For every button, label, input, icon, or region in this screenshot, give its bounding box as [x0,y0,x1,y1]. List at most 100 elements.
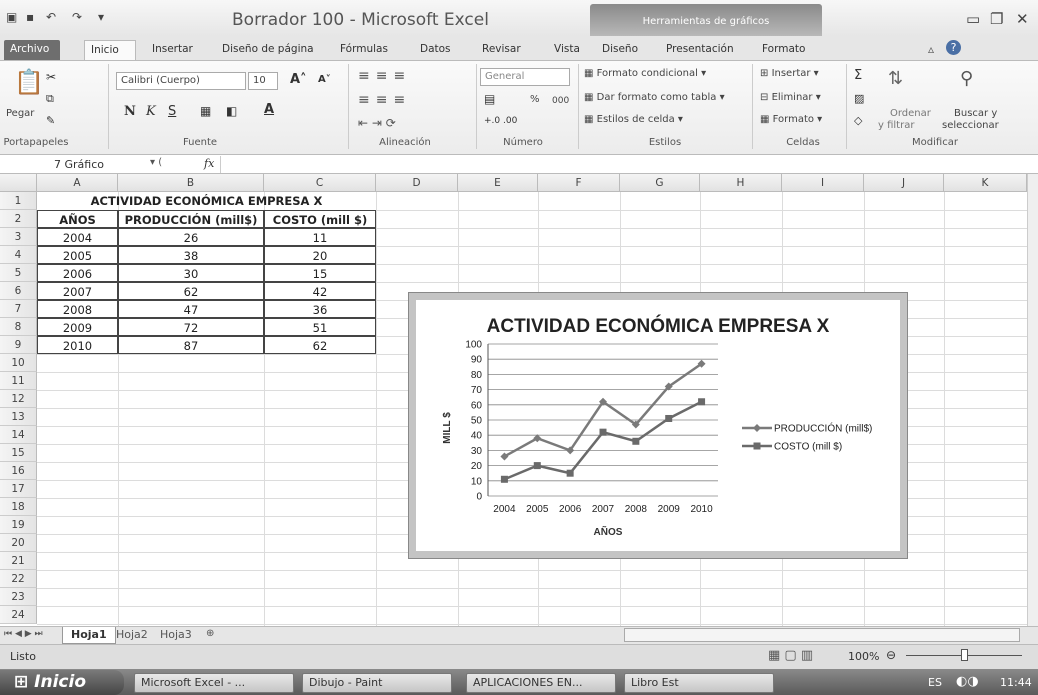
align-horizontal-icons[interactable]: ≡≡≡ [358,92,411,108]
thousands-button[interactable]: 000 [552,96,569,106]
decimal-icons[interactable]: +.0 .00 [484,116,517,126]
sort-filter-icon[interactable]: ⇅ [888,68,903,89]
tab-inicio[interactable]: Inicio [84,40,136,60]
column-header[interactable]: J [864,174,944,192]
border-icon[interactable]: ▦ [200,104,211,118]
table-cell[interactable]: 15 [264,264,376,282]
column-header[interactable]: H [700,174,782,192]
row-header[interactable]: 19 [0,516,37,534]
format-cells-button[interactable]: ▦ Formato ▾ [760,114,822,125]
column-header[interactable]: K [944,174,1027,192]
start-button[interactable]: ⊞ Inicio [0,670,124,695]
taskbar-item-excel[interactable]: Microsoft Excel - ... [134,673,294,693]
tab-revisar[interactable]: Revisar [476,40,527,60]
column-header[interactable]: E [458,174,538,192]
row-header[interactable]: 15 [0,444,37,462]
table-cell[interactable]: 36 [264,300,376,318]
column-header[interactable]: C [264,174,376,192]
sheet-tab-hoja1[interactable]: Hoja1 [62,627,116,644]
tab-formulas[interactable]: Fórmulas [334,40,394,60]
close-icon[interactable]: ✕ [1016,10,1029,28]
insert-cells-button[interactable]: ⊞ Insertar ▾ [760,68,819,79]
delete-cells-button[interactable]: ⊟ Eliminar ▾ [760,92,821,103]
align-top-icons[interactable]: ≡≡≡ [358,68,411,84]
row-header[interactable]: 4 [0,246,37,264]
row-header[interactable]: 10 [0,354,37,372]
sheet-tab-hoja2[interactable]: Hoja2 [116,628,148,641]
conditional-format-button[interactable]: ▦ Formato condicional ▾ [584,68,706,79]
shrink-font-icon[interactable]: A˅ [318,74,331,85]
zoom-out-icon[interactable]: ⊖ [886,648,896,662]
cut-icon[interactable]: ✂ [46,70,56,84]
sheet-title-cell[interactable]: ACTIVIDAD ECONÓMICA EMPRESA X [37,192,376,210]
tab-insertar[interactable]: Insertar [146,40,199,60]
italic-button[interactable]: K [146,104,156,119]
table-cell[interactable]: 51 [264,318,376,336]
grow-font-icon[interactable]: A˄ [290,72,307,87]
row-header[interactable]: 8 [0,318,37,336]
column-header[interactable]: A [37,174,118,192]
row-header[interactable]: 23 [0,588,37,606]
redo-icon[interactable]: ↷ [72,11,84,23]
vertical-scrollbar[interactable] [1027,174,1038,626]
table-cell[interactable]: 26 [118,228,264,246]
ribbon-minimize-icon[interactable]: ▵ [928,42,934,56]
row-header[interactable]: 1 [0,192,37,210]
find-select-label[interactable]: Buscar y [954,108,997,119]
horizontal-scrollbar[interactable] [624,628,1020,642]
row-header[interactable]: 13 [0,408,37,426]
font-name-select[interactable]: Calibri (Cuerpo) [116,72,246,90]
help-icon[interactable]: ? [946,40,961,55]
row-header[interactable]: 2 [0,210,37,228]
table-cell[interactable]: 2006 [37,264,118,282]
table-cell[interactable]: 2005 [37,246,118,264]
font-size-select[interactable]: 10 [248,72,278,90]
tab-diseno-pagina[interactable]: Diseño de página [216,40,320,60]
sheet-nav-icons[interactable]: ⏮ ◀ ▶ ⏭ [4,629,43,639]
language-indicator[interactable]: ES [928,676,942,689]
row-header[interactable]: 20 [0,534,37,552]
chart-object[interactable]: ACTIVIDAD ECONÓMICA EMPRESA X MILL $ AÑO… [408,292,908,559]
row-header[interactable]: 6 [0,282,37,300]
table-cell[interactable]: 62 [118,282,264,300]
row-header[interactable]: 17 [0,480,37,498]
table-cell[interactable]: 2008 [37,300,118,318]
taskbar-item-paint[interactable]: Dibujo - Paint [302,673,452,693]
table-cell[interactable]: 72 [118,318,264,336]
clear-icon[interactable]: ◇ [854,114,862,127]
row-header[interactable]: 9 [0,336,37,354]
table-cell[interactable]: 20 [264,246,376,264]
autosum-button[interactable]: Σ [854,68,862,83]
table-cell[interactable]: 2007 [37,282,118,300]
customize-toolbar-icon[interactable]: ▾ [98,11,110,23]
percent-button[interactable]: % [530,94,540,105]
column-header[interactable]: B [118,174,264,192]
number-format-select[interactable]: General [480,68,570,86]
indent-icons[interactable]: ⇤ ⇥ ⟳ [358,116,396,130]
taskbar-item-folder[interactable]: Libro Est [624,673,774,693]
name-box[interactable]: 7 Gráfico [54,158,104,171]
row-header[interactable]: 24 [0,606,37,624]
row-header[interactable]: 7 [0,300,37,318]
sheet-tab-hoja3[interactable]: Hoja3 [160,628,192,641]
insert-sheet-icon[interactable]: ⊕ [206,628,214,639]
table-cell[interactable]: 30 [118,264,264,282]
paste-icon[interactable]: 📋 [14,68,44,96]
underline-button[interactable]: S [168,104,176,119]
row-header[interactable]: 11 [0,372,37,390]
save-icon[interactable]: ▪ [26,11,38,23]
minimize-icon[interactable]: ▭ [966,10,980,28]
tab-presentacion[interactable]: Presentación [660,40,740,60]
bold-button[interactable]: N [124,104,136,119]
binoculars-icon[interactable]: ⚲ [960,68,973,89]
find-select-label-2[interactable]: seleccionar [942,120,999,131]
table-cell[interactable]: 2009 [37,318,118,336]
zoom-slider-thumb[interactable] [961,649,968,661]
tab-archivo[interactable]: Archivo [4,40,60,60]
header-cell-cost[interactable]: COSTO (mill $) [264,210,376,228]
fill-icon[interactable]: ▨ [854,92,864,105]
row-header[interactable]: 3 [0,228,37,246]
undo-icon[interactable]: ↶ [46,11,58,23]
table-cell[interactable]: 62 [264,336,376,354]
tab-diseno[interactable]: Diseño [596,40,644,60]
